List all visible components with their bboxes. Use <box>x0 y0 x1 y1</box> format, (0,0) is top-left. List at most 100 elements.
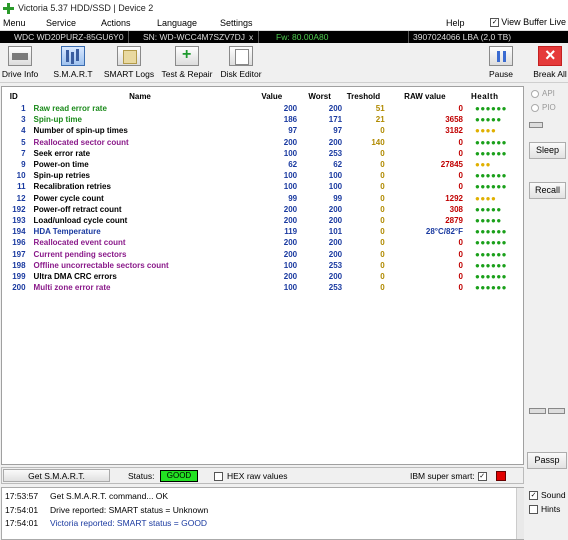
col-id[interactable]: ID <box>2 90 29 103</box>
table-row[interactable]: 199 Ultra DMA CRC errors 200 200 0 0 ●●●●●● <box>2 271 507 282</box>
attr-id-cell: 200 <box>12 283 26 293</box>
ibm-checkbox[interactable]: ✓ <box>477 471 487 481</box>
attr-id-cell: 9 <box>21 160 26 170</box>
attr-value-cell: 99 <box>288 193 298 203</box>
table-row[interactable]: 197 Current pending sectors 200 200 0 0 ●●●●●● <box>2 248 507 259</box>
attr-threshold-cell: 0 <box>380 249 385 259</box>
menu-language[interactable]: Language <box>157 18 197 28</box>
attr-name-cell: Spin-up retries <box>33 171 90 181</box>
col-health[interactable]: Health <box>467 90 507 103</box>
attr-threshold-cell: 0 <box>380 193 385 203</box>
hints-toggle[interactable]: Hints <box>529 504 568 514</box>
log-scrollbar[interactable] <box>516 488 524 539</box>
table-row[interactable]: 200 Multi zone error rate 100 253 0 0 ●●●●●● <box>2 282 507 293</box>
col-threshold[interactable]: Treshold <box>342 90 387 103</box>
attr-threshold-cell: 0 <box>380 148 385 158</box>
table-row[interactable]: 3 Spin-up time 186 171 21 3658 ●●●●● <box>2 114 507 125</box>
sleep-button[interactable]: Sleep <box>529 142 566 159</box>
col-name[interactable]: Name <box>29 90 247 103</box>
slider-left-button[interactable] <box>529 408 546 414</box>
pause-button[interactable]: Pause <box>488 46 514 82</box>
col-worst[interactable]: Worst <box>297 90 342 103</box>
smart-button[interactable]: S.M.A.R.T <box>53 46 93 82</box>
table-header: ID Name Value Worst Treshold RAW value H… <box>2 90 507 103</box>
attr-raw-cell: 0 <box>458 271 463 281</box>
small-toggle-button[interactable] <box>529 122 543 128</box>
table-row[interactable]: 194 HDA Temperature 119 101 0 28°C/82°F ●●●●●● <box>2 226 507 237</box>
smart-logs-label: SMART Logs <box>103 69 155 79</box>
attr-name-cell: Spin-up time <box>33 115 82 125</box>
attr-value-cell: 200 <box>283 238 298 248</box>
attr-raw-cell: 0 <box>458 260 463 270</box>
radio-circle <box>531 103 539 112</box>
title-bar: Victoria 5.37 HDD/SSD | Device 2 <box>0 0 568 16</box>
table-row[interactable]: 10 Spin-up retries 100 100 0 0 ●●●●●● <box>2 170 507 181</box>
view-buffer-checkbox[interactable]: ✓ <box>490 17 500 27</box>
toolbar: Drive Info S.M.A.R.T SMART Logs Test & R… <box>0 44 568 83</box>
ibm-super-smart-toggle[interactable]: IBM super smart: ✓ <box>410 471 487 481</box>
attr-worst-cell: 200 <box>328 271 343 281</box>
table-row[interactable]: 196 Reallocated event count 200 200 0 0 ●●●●●● <box>2 237 507 248</box>
attr-name-cell: HDA Temperature <box>33 227 101 237</box>
test-repair-button[interactable]: Test & Repair <box>161 46 213 82</box>
drive-info-button[interactable]: Drive Info <box>1 46 39 82</box>
col-value[interactable]: Value <box>246 90 297 103</box>
attr-raw-cell: 308 <box>449 204 463 214</box>
attr-name-cell: Raw read error rate <box>33 104 107 114</box>
attr-raw-cell: 28°C/82°F <box>425 227 463 237</box>
divider <box>128 31 129 43</box>
get-smart-button[interactable]: Get S.M.A.R.T. <box>3 469 110 482</box>
log-time: 17:53:57 <box>5 491 39 501</box>
menu-help[interactable]: Help <box>446 18 465 28</box>
attr-value-cell: 200 <box>283 104 298 114</box>
attr-threshold-cell: 0 <box>380 215 385 225</box>
table-row[interactable]: 12 Power cycle count 99 99 0 1292 ●●●● <box>2 193 507 204</box>
menu-bar: Menu Service Actions Language Settings H… <box>0 16 568 31</box>
menu-settings[interactable]: Settings <box>220 18 253 28</box>
table-row[interactable]: 11 Recalibration retries 100 100 0 0 ●●●●●● <box>2 181 507 192</box>
sound-checkbox[interactable]: ✓ <box>529 490 538 500</box>
attr-value-cell: 62 <box>288 160 298 170</box>
passp-button[interactable]: Passp <box>527 452 567 469</box>
hex-raw-checkbox[interactable] <box>214 471 223 481</box>
table-row[interactable]: 9 Power-on time 62 62 0 27845 ●●● <box>2 159 507 170</box>
attr-worst-cell: 200 <box>328 137 343 147</box>
attr-health-cell: ●●●●●● <box>475 171 507 181</box>
sound-toggle[interactable]: ✓ Sound <box>529 490 568 500</box>
pio-radio[interactable]: PIO <box>531 103 556 112</box>
table-row[interactable]: 4 Number of spin-up times 97 97 0 3182 ●●●● <box>2 125 507 136</box>
table-row[interactable]: 193 Load/unload cycle count 200 200 0 2879 ●●●… <box>2 215 507 226</box>
attr-id-cell: 192 <box>12 204 26 214</box>
disk-editor-button[interactable]: Disk Editor <box>220 46 262 82</box>
close-device-icon[interactable]: x <box>249 32 253 42</box>
col-raw[interactable]: RAW value <box>387 90 467 103</box>
menu-menu[interactable]: Menu <box>3 18 26 28</box>
api-radio[interactable]: API <box>531 89 555 98</box>
menu-service[interactable]: Service <box>46 18 76 28</box>
smart-logs-button[interactable]: SMART Logs <box>103 46 155 82</box>
attr-id-cell: 7 <box>21 148 26 158</box>
attr-id-cell: 3 <box>21 115 26 125</box>
hints-checkbox[interactable] <box>529 504 538 514</box>
attr-health-cell: ●●●●●● <box>475 260 507 270</box>
view-buffer-toggle[interactable]: ✓ View Buffer Live <box>490 17 566 27</box>
table-row[interactable]: 7 Seek error rate 100 253 0 0 ●●●●●● <box>2 148 507 159</box>
ibm-label: IBM super smart: <box>410 471 475 481</box>
attr-raw-cell: 1292 <box>445 193 463 203</box>
attr-worst-cell: 101 <box>328 227 343 237</box>
table-row[interactable]: 1 Raw read error rate 200 200 51 0 ●●●●●● <box>2 103 507 114</box>
attr-value-cell: 200 <box>283 204 298 214</box>
attr-threshold-cell: 0 <box>380 227 385 237</box>
menu-actions[interactable]: Actions <box>101 18 131 28</box>
attr-threshold-cell: 0 <box>380 160 385 170</box>
table-row[interactable]: 198 Offline uncorrectable sectors count 10… <box>2 260 507 271</box>
table-row[interactable]: 5 Reallocated sector count 200 200 140 0 ●●●●●… <box>2 137 507 148</box>
recall-button[interactable]: Recall <box>529 182 566 199</box>
red-indicator <box>496 471 506 481</box>
break-all-button[interactable]: Break All <box>533 45 567 82</box>
attr-raw-cell: 0 <box>458 137 463 147</box>
table-row[interactable]: 192 Power-off retract count 200 200 0 308 ●●●●… <box>2 204 507 215</box>
attr-id-cell: 10 <box>16 171 26 181</box>
slider-right-button[interactable] <box>548 408 565 414</box>
hex-raw-toggle[interactable]: HEX raw values <box>214 471 287 481</box>
